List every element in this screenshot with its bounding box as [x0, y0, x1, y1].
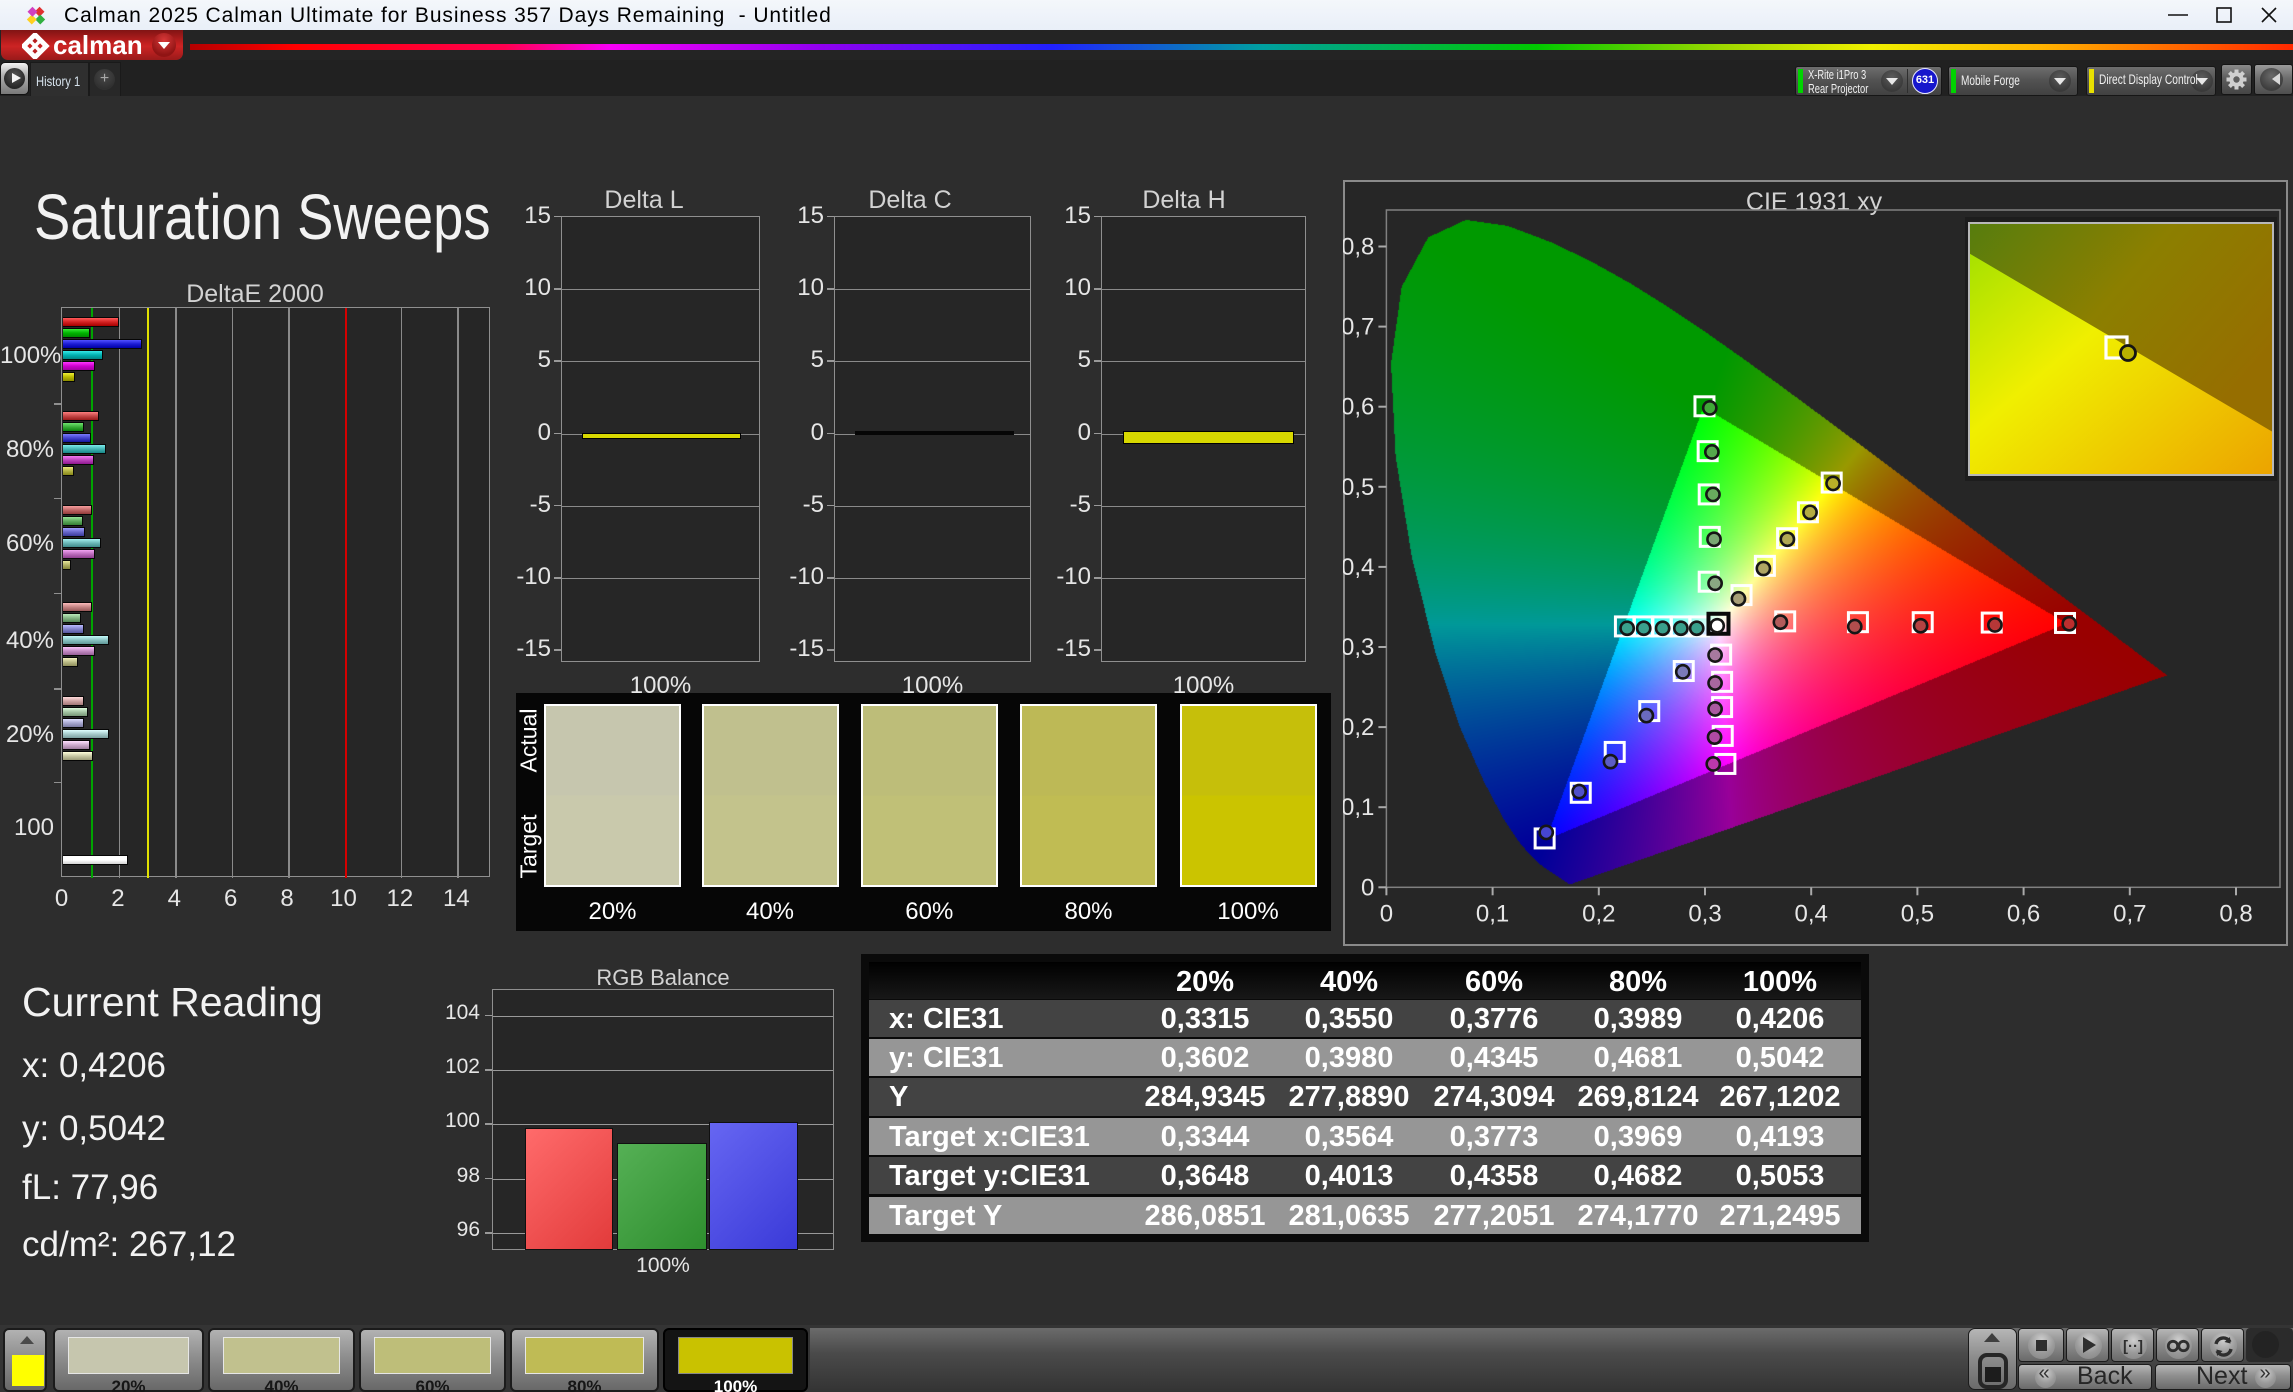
- svg-text:0,4: 0,4: [1795, 900, 1828, 927]
- svg-text:0,3: 0,3: [1343, 634, 1374, 661]
- svg-text:0,8: 0,8: [1343, 234, 1374, 261]
- svg-text:0: 0: [1380, 900, 1393, 927]
- svg-text:0,6: 0,6: [1343, 394, 1374, 421]
- svg-text:0,4: 0,4: [1343, 554, 1374, 581]
- svg-text:0,2: 0,2: [1343, 714, 1374, 741]
- svg-text:0,7: 0,7: [1343, 314, 1374, 341]
- svg-text:0,2: 0,2: [1582, 900, 1615, 927]
- svg-text:0,6: 0,6: [2007, 900, 2040, 927]
- svg-text:0: 0: [1361, 874, 1374, 901]
- svg-text:0,5: 0,5: [1343, 474, 1374, 501]
- svg-text:calman: calman: [53, 33, 143, 59]
- svg-text:0,7: 0,7: [2113, 900, 2146, 927]
- svg-text:0,1: 0,1: [1343, 794, 1374, 821]
- svg-text:0,1: 0,1: [1476, 900, 1509, 927]
- svg-text:0,8: 0,8: [2219, 900, 2252, 927]
- svg-text:0,3: 0,3: [1688, 900, 1721, 927]
- svg-text:0,5: 0,5: [1901, 900, 1934, 927]
